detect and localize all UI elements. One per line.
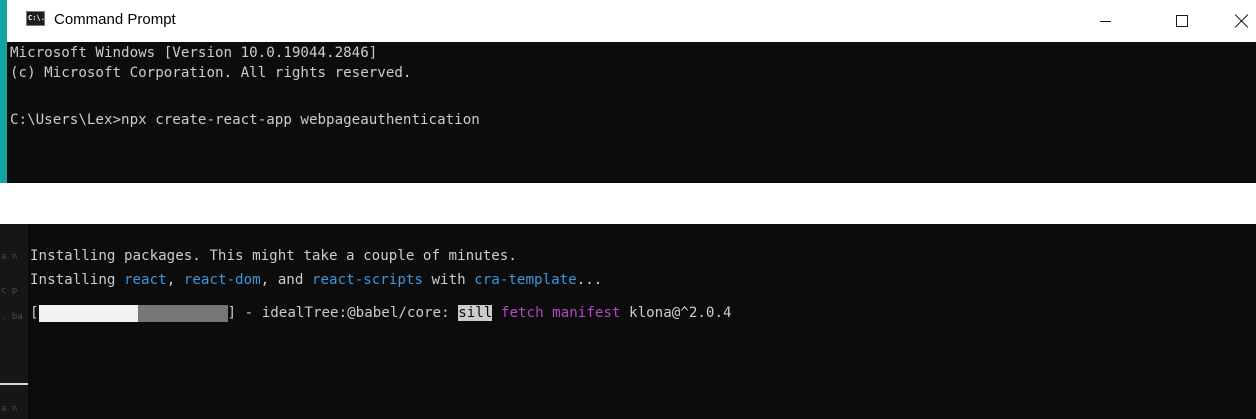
background-window-strip: a n c p . ba a n <box>0 224 28 419</box>
progress-open-bracket: [ <box>30 305 39 321</box>
minimize-button[interactable] <box>1082 0 1128 42</box>
command-prompt-window: C:\. Command Prompt Microsoft Windows [V… <box>0 0 1256 183</box>
console-output-bottom[interactable]: a n c p . ba a n Installing packages. Th… <box>0 224 1256 419</box>
strip-divider <box>0 383 28 385</box>
console-command-line: C:\Users\Lex>npx create-react-app webpag… <box>10 112 480 128</box>
console-output-top[interactable]: Microsoft Windows [Version 10.0.19044.28… <box>7 42 1256 183</box>
progress-close-bracket: ] <box>227 305 237 321</box>
separator: , <box>166 272 184 288</box>
console-line: (c) Microsoft Corporation. All rights re… <box>10 65 412 81</box>
minimize-icon <box>1099 20 1111 22</box>
command-prompt-icon[interactable]: C:\. <box>26 11 45 26</box>
maximize-button[interactable] <box>1159 0 1205 42</box>
install-with: with <box>422 272 475 288</box>
close-icon <box>1235 14 1249 28</box>
package-react-dom: react-dom <box>183 272 261 288</box>
progress-action: fetch manifest <box>500 305 621 321</box>
install-ellipsis: ... <box>576 272 603 288</box>
progress-bar-filled <box>38 304 138 322</box>
strip-fragment: a n <box>1 252 18 262</box>
install-prefix: Installing <box>30 272 124 288</box>
strip-fragment: . ba <box>1 312 23 322</box>
console-install-line: Installing react, react-dom, and react-s… <box>30 270 602 290</box>
separator: , and <box>260 272 312 288</box>
window-accent-border <box>0 0 7 183</box>
strip-fragment: c p <box>1 286 18 296</box>
progress-line: [] - idealTree:@babel/core: sill fetch m… <box>30 303 732 323</box>
package-cra-template: cra-template <box>474 272 577 288</box>
maximize-icon <box>1176 15 1188 27</box>
window-title: Command Prompt <box>54 11 176 28</box>
progress-target: klona@^2.0.4 <box>620 305 732 321</box>
progress-bar-remaining <box>137 304 228 322</box>
package-react: react <box>123 272 167 288</box>
strip-fragment: a n <box>1 404 18 414</box>
progress-status: - idealTree:@babel/core: <box>236 305 459 321</box>
close-button[interactable] <box>1219 0 1256 42</box>
console-line: Installing packages. This might take a c… <box>30 248 517 264</box>
log-level-badge: sill <box>458 305 493 321</box>
console-line: Microsoft Windows [Version 10.0.19044.28… <box>10 45 378 61</box>
package-react-scripts: react-scripts <box>311 272 423 288</box>
title-bar[interactable]: C:\. Command Prompt <box>7 0 1256 42</box>
